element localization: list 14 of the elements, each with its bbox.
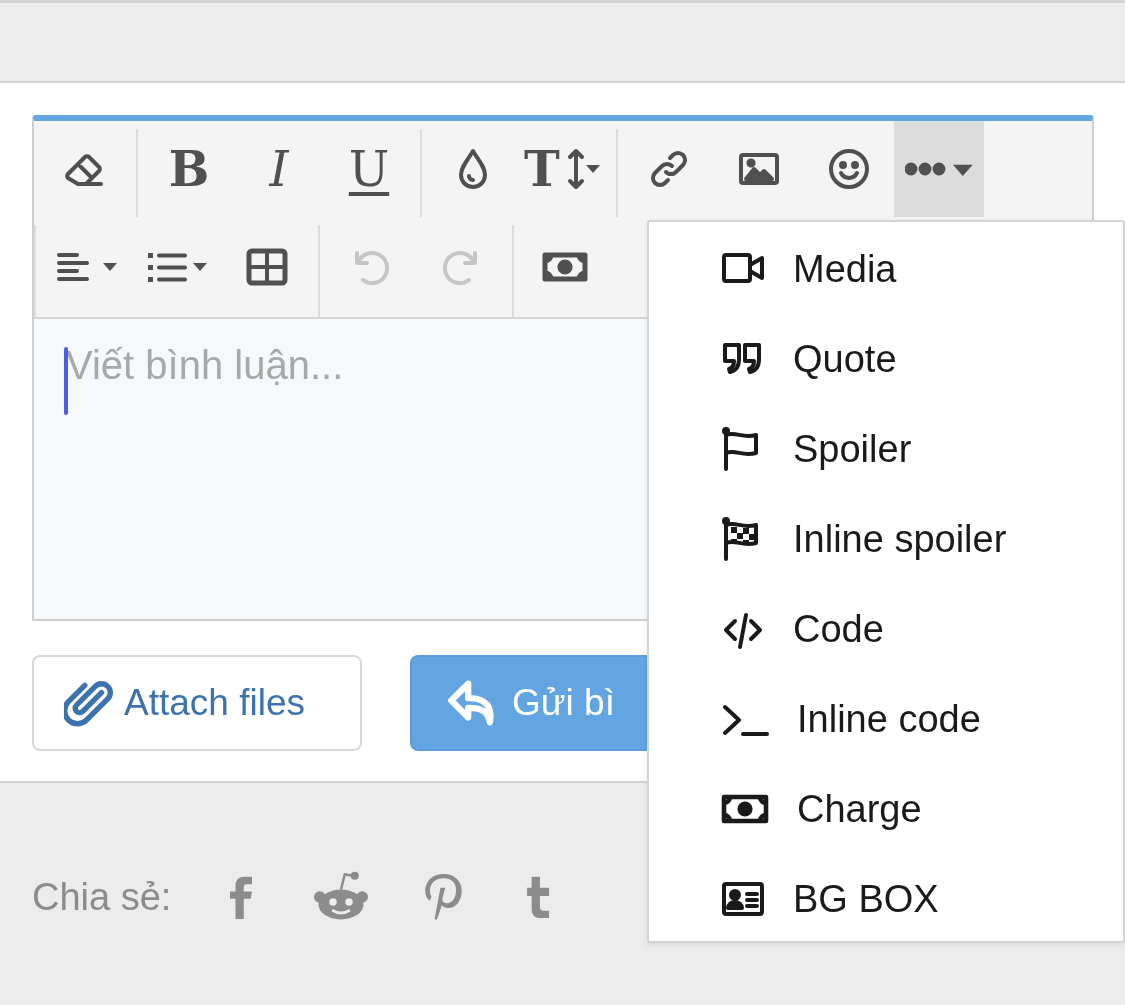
placeholder-text: Viết bình luận...	[66, 343, 344, 387]
more-button[interactable]	[893, 121, 984, 217]
text-cursor	[64, 347, 68, 415]
more-icon	[904, 162, 973, 176]
underline-button[interactable]: U	[324, 121, 414, 217]
menu-item[interactable]: BG BOX	[649, 854, 1123, 944]
menu-item[interactable]: Charge	[649, 764, 1123, 854]
share-label: Chia sẻ:	[32, 875, 172, 919]
menu-item[interactable]: Media	[649, 224, 1123, 314]
italic-button[interactable]: I	[234, 121, 324, 217]
paperclip-icon	[64, 678, 114, 728]
font-size-button[interactable]: T	[518, 121, 610, 217]
attach-button[interactable]: Attach files	[32, 655, 362, 751]
bold-button[interactable]: B	[144, 121, 234, 217]
